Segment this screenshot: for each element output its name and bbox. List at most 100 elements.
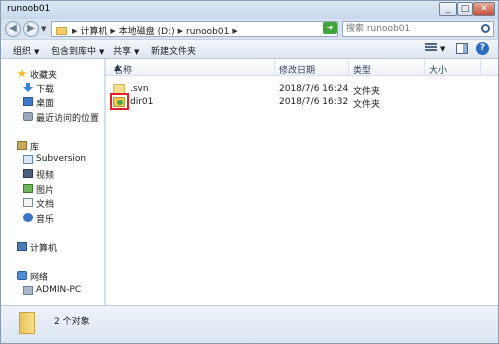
share-menu[interactable]: 共享 ▼ [113, 44, 139, 57]
chevron-right-icon[interactable]: ▶ [178, 27, 183, 35]
column-header-date[interactable]: 修改日期 [275, 59, 349, 76]
breadcrumb-computer[interactable]: 计算机 [80, 27, 107, 37]
close-button[interactable]: ✕ [473, 2, 495, 16]
sidebar-item-label: 图片 [36, 186, 55, 196]
file-list: ▲ 名称 修改日期 类型 大小 .svn 2018/7/6 16:24 文件夹 … [106, 59, 498, 305]
item-count: 2 个对象 [54, 317, 90, 327]
music-icon [23, 213, 33, 222]
chevron-right-icon[interactable]: ▶ [110, 27, 115, 35]
sidebar-item-label: 网络 [30, 273, 49, 283]
title-bar[interactable]: runoob01 _ □ ✕ [1, 1, 498, 19]
search-icon[interactable] [481, 24, 490, 33]
sidebar-item-downloads[interactable]: 下载 [1, 81, 105, 95]
file-name: dir01 [130, 97, 154, 107]
sidebar-item-label: 视频 [36, 171, 55, 181]
organize-label: 组织 [13, 47, 32, 57]
new-folder-button[interactable]: 新建文件夹 [151, 44, 196, 57]
search-input[interactable] [346, 23, 476, 35]
breadcrumb-local-disk[interactable]: 本地磁盘 (D:) [119, 27, 175, 37]
chevron-down-icon: ▼ [99, 48, 105, 56]
column-header-name[interactable]: ▲ 名称 [110, 59, 275, 76]
sidebar-item-subversion[interactable]: Subversion [1, 153, 105, 167]
recent-pages-dropdown[interactable]: ▼ [41, 25, 46, 33]
minimize-button[interactable]: _ [439, 2, 457, 16]
sidebar-item-label: 下载 [36, 85, 55, 95]
share-label: 共享 [113, 47, 132, 57]
breadcrumb-runoob01[interactable]: runoob01 [186, 27, 229, 37]
sidebar-item-label: ADMIN-PC [36, 285, 82, 295]
sidebar-item-desktop[interactable]: 桌面 [1, 95, 105, 109]
video-icon [23, 169, 33, 178]
command-bar: 组织 ▼ 包含到库中 ▼ 共享 ▼ 新建文件夹 ▼ ? [1, 39, 498, 59]
navigation-pane: 收藏夹 下载 桌面 最近访问的位置 库 Subversion 视频 图片 文档 … [1, 59, 105, 305]
sidebar-item-documents[interactable]: 文档 [1, 196, 105, 210]
folder-icon [56, 27, 67, 35]
include-label: 包含到库中 [51, 47, 97, 57]
star-icon [17, 69, 27, 78]
chevron-right-icon[interactable]: ▶ [232, 27, 237, 35]
file-date: 2018/7/6 16:32 [279, 97, 349, 107]
highlight-box [110, 93, 129, 110]
folder-icon [19, 312, 35, 334]
sidebar-item-computer[interactable]: 计算机 [1, 240, 105, 254]
explorer-window: runoob01 _ □ ✕ ◀ ▶ ▼ ▶ 计算机 ▶ 本地磁盘 (D:) ▶ runo… [0, 0, 499, 344]
computer-icon [17, 242, 27, 251]
preview-pane-icon[interactable] [456, 43, 468, 54]
documents-icon [23, 198, 33, 207]
sidebar-item-label: 计算机 [30, 244, 58, 254]
sidebar-item-label: 文档 [36, 200, 55, 210]
sidebar-item-pictures[interactable]: 图片 [1, 182, 105, 196]
sidebar-item-label: Subversion [36, 154, 87, 164]
column-header-label: 修改日期 [279, 66, 316, 76]
help-icon[interactable]: ? [476, 42, 489, 55]
file-name: .svn [130, 84, 149, 94]
sidebar-item-videos[interactable]: 视频 [1, 167, 105, 181]
chevron-down-icon[interactable]: ▼ [440, 45, 445, 53]
chevron-down-icon: ▼ [34, 48, 40, 56]
column-header-size[interactable]: 大小 [425, 59, 481, 76]
sidebar-item-label: 最近访问的位置 [36, 114, 100, 124]
sidebar-item-admin-pc[interactable]: ADMIN-PC [1, 284, 105, 298]
window-title: runoob01 [7, 4, 51, 14]
sidebar-item-label: 音乐 [36, 215, 55, 225]
subversion-icon [23, 155, 33, 164]
search-box[interactable] [342, 21, 494, 37]
breadcrumb: ▶ 计算机 ▶ 本地磁盘 (D:) ▶ runoob01 ▶ [56, 24, 241, 37]
address-bar[interactable]: ▶计算机▶本地磁盘 (D:)▶runoob01▶ ▼ [51, 21, 338, 37]
recent-places-icon [23, 112, 33, 121]
organize-menu[interactable]: 组织 ▼ [13, 44, 39, 57]
sidebar-item-music[interactable]: 音乐 [1, 211, 105, 225]
column-header-label: 大小 [429, 66, 448, 76]
column-header-label: 名称 [114, 66, 133, 76]
forward-button[interactable]: ▶ [23, 21, 39, 37]
maximize-button[interactable]: □ [457, 2, 473, 16]
network-icon [17, 271, 27, 280]
chevron-right-icon[interactable]: ▶ [72, 27, 77, 35]
sidebar-item-recent-places[interactable]: 最近访问的位置 [1, 110, 105, 124]
back-button[interactable]: ◀ [5, 21, 21, 37]
pictures-icon [23, 184, 33, 193]
desktop-icon [23, 97, 33, 106]
refresh-button[interactable]: ➜ [323, 22, 337, 34]
sidebar-item-label: 桌面 [36, 99, 55, 109]
column-header-type[interactable]: 类型 [349, 59, 425, 76]
library-icon [17, 141, 27, 150]
download-icon [23, 83, 33, 92]
sidebar-item-network[interactable]: 网络 [1, 269, 105, 283]
file-type: 文件夹 [353, 100, 381, 110]
include-in-library-menu[interactable]: 包含到库中 ▼ [51, 44, 104, 57]
file-date: 2018/7/6 16:24 [279, 84, 349, 94]
sidebar-item-label: 收藏夹 [30, 71, 58, 81]
column-header-row: ▲ 名称 修改日期 类型 大小 [106, 59, 498, 76]
table-row[interactable]: .svn 2018/7/6 16:24 文件夹 [106, 83, 498, 97]
sidebar-item-libraries[interactable]: 库 [1, 139, 105, 153]
view-options-icon[interactable] [425, 43, 437, 54]
table-row[interactable]: dir01 2018/7/6 16:32 文件夹 [106, 93, 498, 110]
sidebar-item-label: 库 [30, 143, 40, 153]
chevron-down-icon: ▼ [134, 48, 140, 56]
pc-icon [23, 286, 33, 295]
column-header-label: 类型 [353, 66, 372, 76]
sidebar-item-favorites[interactable]: 收藏夹 [1, 67, 105, 81]
address-row: ◀ ▶ ▼ ▶计算机▶本地磁盘 (D:)▶runoob01▶ ▼ ➜ [1, 19, 498, 39]
details-pane: 2 个对象 [1, 305, 498, 343]
